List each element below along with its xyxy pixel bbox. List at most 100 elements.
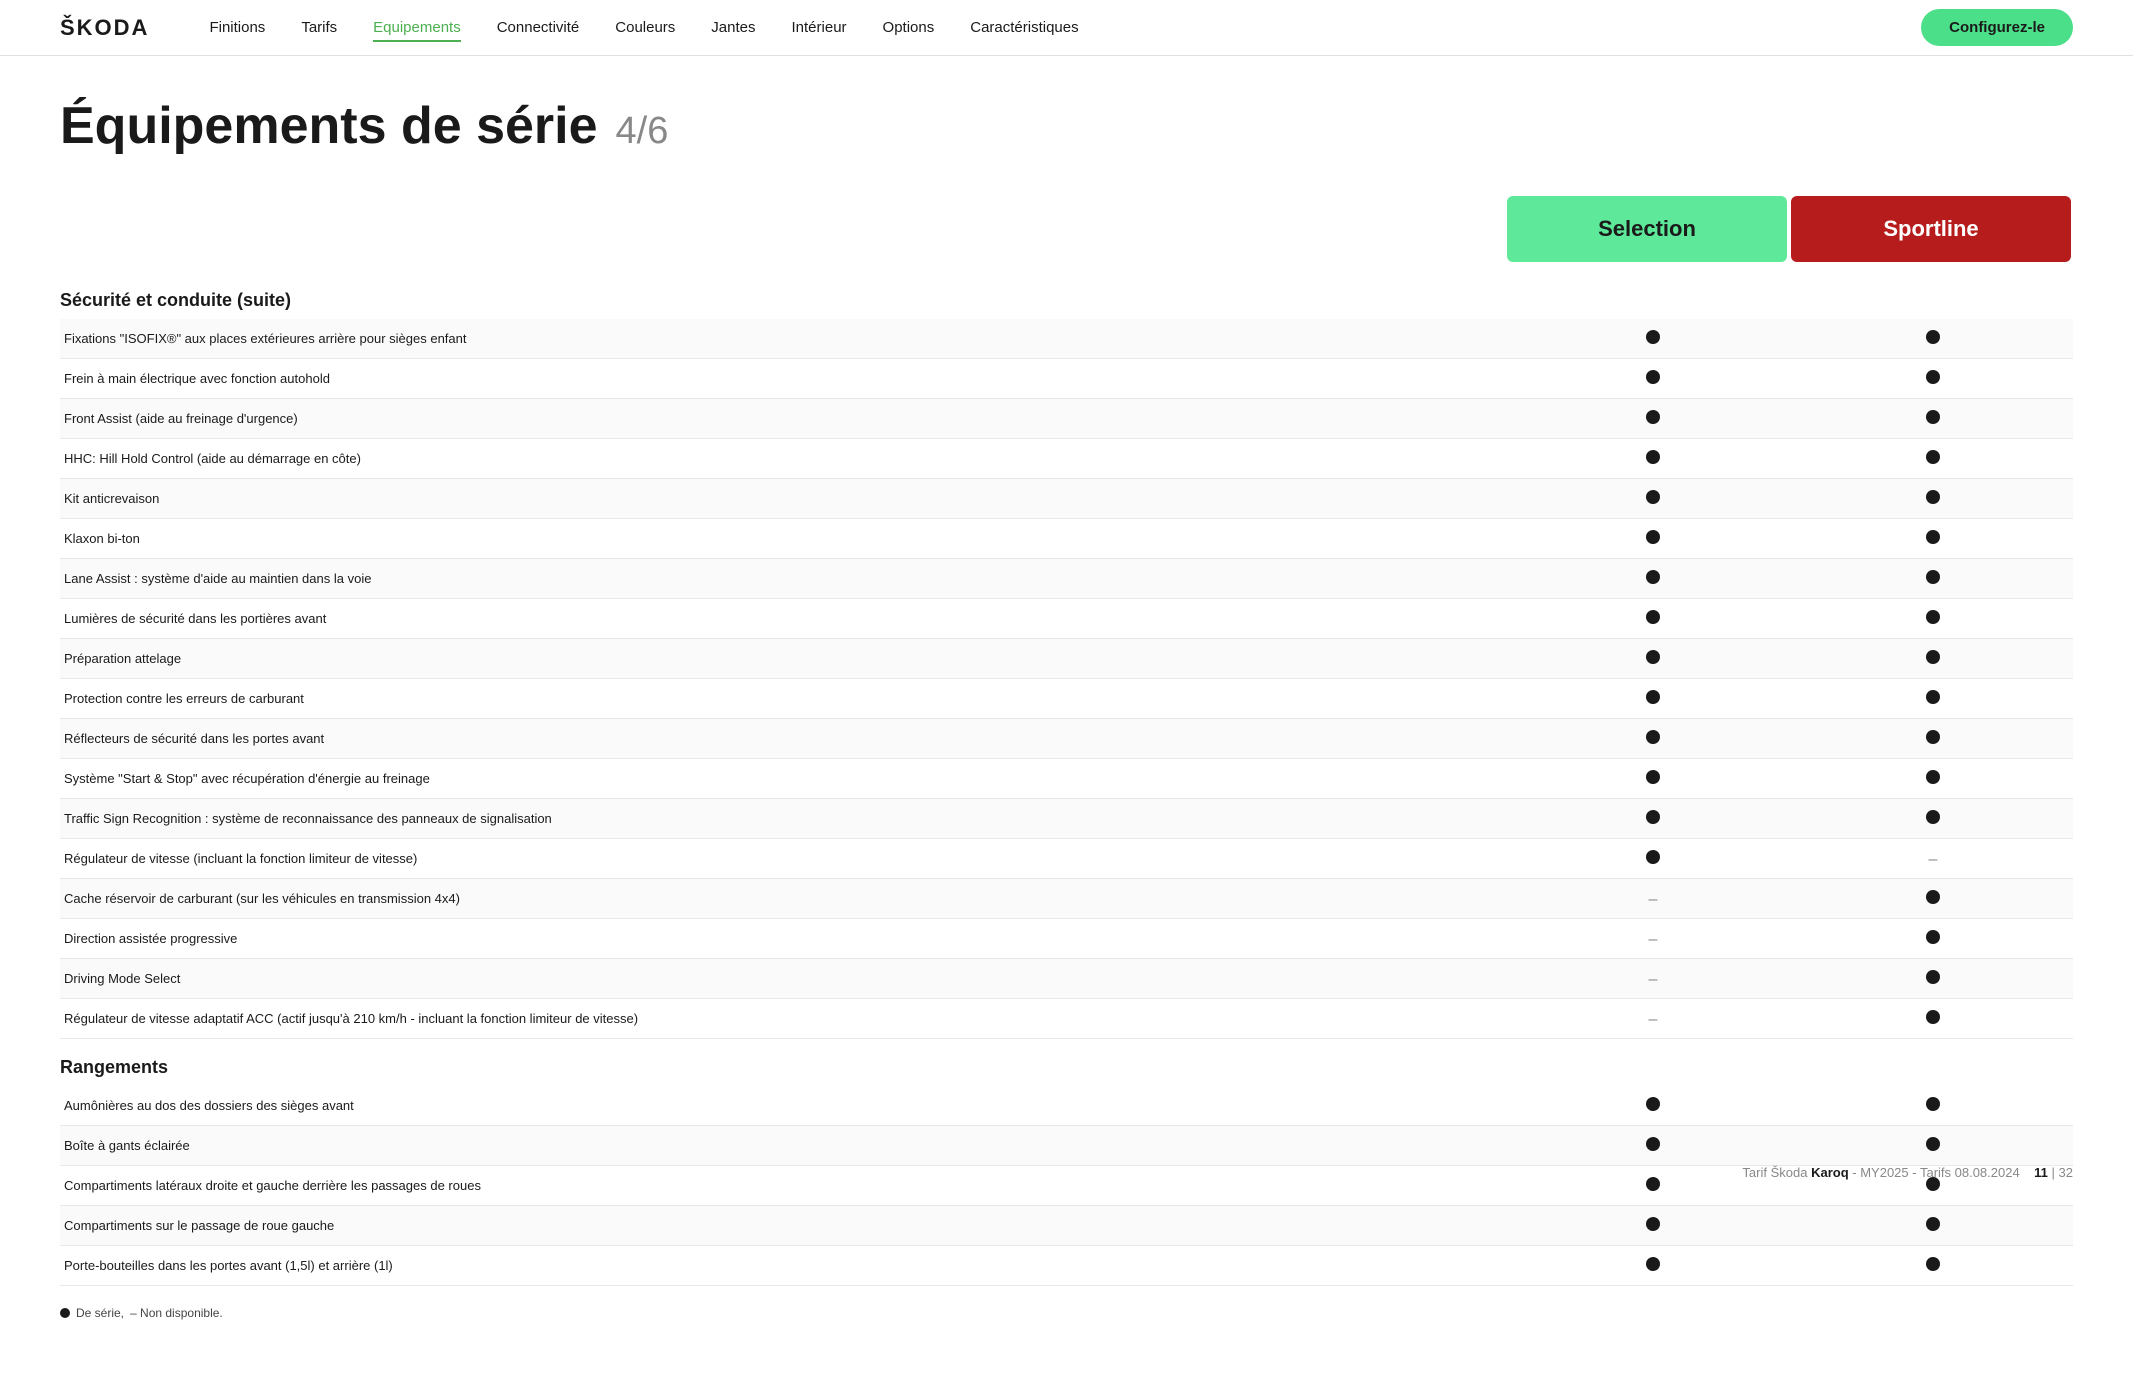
selection-value-cell [1513,1246,1793,1286]
included-bullet-icon [1646,530,1660,544]
included-bullet-icon [1926,1217,1940,1231]
sportline-value-cell [1793,1086,2073,1126]
column-header-sportline: Sportline [1791,196,2071,262]
not-available-dash: – [1649,931,1658,948]
nav-menu: Finitions Tarifs Equipements Connectivit… [209,19,1921,36]
feature-name-cell: Réflecteurs de sécurité dans les portes … [60,719,1513,759]
table-row: Réflecteurs de sécurité dans les portes … [60,719,2073,759]
included-bullet-icon [1646,1257,1660,1271]
sportline-value-cell [1793,959,2073,999]
nav-item-couleurs[interactable]: Couleurs [615,19,675,36]
nav-item-connectivite[interactable]: Connectivité [497,19,580,36]
sportline-value-cell [1793,559,2073,599]
section-header-row: Sécurité et conduite (suite) [60,272,2073,319]
included-bullet-icon [1646,370,1660,384]
footer-page-current: 11 [2034,1165,2048,1180]
included-bullet-icon [1926,650,1940,664]
included-bullet-icon [1646,1097,1660,1111]
skoda-logo: ŠKODA [60,15,149,41]
included-bullet-icon [1926,930,1940,944]
table-row: HHC: Hill Hold Control (aide au démarrag… [60,439,2073,479]
selection-value-cell [1513,439,1793,479]
included-bullet-icon [1926,490,1940,504]
feature-name-cell: Régulateur de vitesse (incluant la fonct… [60,839,1513,879]
sportline-value-cell [1793,1246,2073,1286]
sportline-value-cell [1793,999,2073,1039]
selection-value-cell [1513,479,1793,519]
included-bullet-icon [1926,730,1940,744]
table-row: Lumières de sécurité dans les portières … [60,599,2073,639]
legend-dash-text: – Non disponible. [130,1306,223,1320]
table-row: Direction assistée progressive– [60,919,2073,959]
selection-value-cell [1513,839,1793,879]
equipment-table-area: Selection Sportline Sécurité et conduite… [60,196,2073,1320]
table-row: Cache réservoir de carburant (sur les vé… [60,879,2073,919]
included-bullet-icon [1926,1097,1940,1111]
sportline-value-cell [1793,719,2073,759]
column-header-selection: Selection [1507,196,1787,262]
feature-name-cell: Porte-bouteilles dans les portes avant (… [60,1246,1513,1286]
page-pagination: 4/6 [616,110,669,153]
nav-item-caracteristiques[interactable]: Caractéristiques [970,19,1078,36]
nav-item-options[interactable]: Options [883,19,935,36]
selection-value-cell [1513,799,1793,839]
included-bullet-icon [1926,810,1940,824]
included-bullet-icon [1926,970,1940,984]
feature-name-cell: Driving Mode Select [60,959,1513,999]
included-bullet-icon [1646,650,1660,664]
sportline-value-cell [1793,479,2073,519]
table-row: Compartiments sur le passage de roue gau… [60,1206,2073,1246]
nav-item-jantes[interactable]: Jantes [711,19,755,36]
sportline-value-cell [1793,439,2073,479]
sportline-value-cell [1793,1126,2073,1166]
selection-value-cell: – [1513,879,1793,919]
selection-value-cell [1513,519,1793,559]
footer-suffix: - MY2025 - Tarifs 08.08.2024 [1852,1165,2019,1180]
table-row: Système "Start & Stop" avec récupération… [60,759,2073,799]
included-bullet-icon [1926,890,1940,904]
legend-bullet-text: De série, [76,1306,124,1320]
included-bullet-icon [1926,770,1940,784]
feature-name-cell: Fixations "ISOFIX®" aux places extérieur… [60,319,1513,359]
nav-item-interieur[interactable]: Intérieur [792,19,847,36]
included-bullet-icon [1926,530,1940,544]
footer-page-separator: | [2052,1165,2059,1180]
selection-value-cell [1513,399,1793,439]
sportline-value-cell [1793,679,2073,719]
sportline-value-cell [1793,919,2073,959]
included-bullet-icon [1646,450,1660,464]
main-content: Équipements de série 4/6 Selection Sport… [0,56,2133,1380]
table-legend: De série, – Non disponible. [60,1306,2073,1320]
sportline-value-cell [1793,1206,2073,1246]
nav-item-tarifs[interactable]: Tarifs [301,19,337,36]
table-row: Régulateur de vitesse (incluant la fonct… [60,839,2073,879]
nav-item-finitions[interactable]: Finitions [209,19,265,36]
feature-name-cell: Système "Start & Stop" avec récupération… [60,759,1513,799]
included-bullet-icon [1926,410,1940,424]
feature-name-cell: Lane Assist : système d'aide au maintien… [60,559,1513,599]
table-row: Protection contre les erreurs de carbura… [60,679,2073,719]
page-title: Équipements de série [60,96,598,156]
selection-value-cell [1513,759,1793,799]
selection-value-cell [1513,559,1793,599]
footer-model: Karoq [1811,1165,1849,1180]
not-available-dash: – [1649,1011,1658,1028]
column-headers: Selection Sportline [60,196,2073,262]
included-bullet-icon [1646,490,1660,504]
feature-name-cell: Klaxon bi-ton [60,519,1513,559]
top-navigation: ŠKODA Finitions Tarifs Equipements Conne… [0,0,2133,56]
table-row: Traffic Sign Recognition : système de re… [60,799,2073,839]
included-bullet-icon [1926,690,1940,704]
equipment-table: Sécurité et conduite (suite)Fixations "I… [60,272,2073,1286]
sportline-value-cell [1793,599,2073,639]
footer-page-total: 32 [2059,1165,2073,1180]
included-bullet-icon [1646,850,1660,864]
table-row: Préparation attelage [60,639,2073,679]
legend-bullet-icon [60,1308,70,1318]
feature-name-cell: HHC: Hill Hold Control (aide au démarrag… [60,439,1513,479]
feature-name-cell: Front Assist (aide au freinage d'urgence… [60,399,1513,439]
configurez-button[interactable]: Configurez-le [1921,9,2073,46]
nav-item-equipements[interactable]: Equipements [373,19,461,36]
selection-value-cell [1513,639,1793,679]
table-row: Kit anticrevaison [60,479,2073,519]
